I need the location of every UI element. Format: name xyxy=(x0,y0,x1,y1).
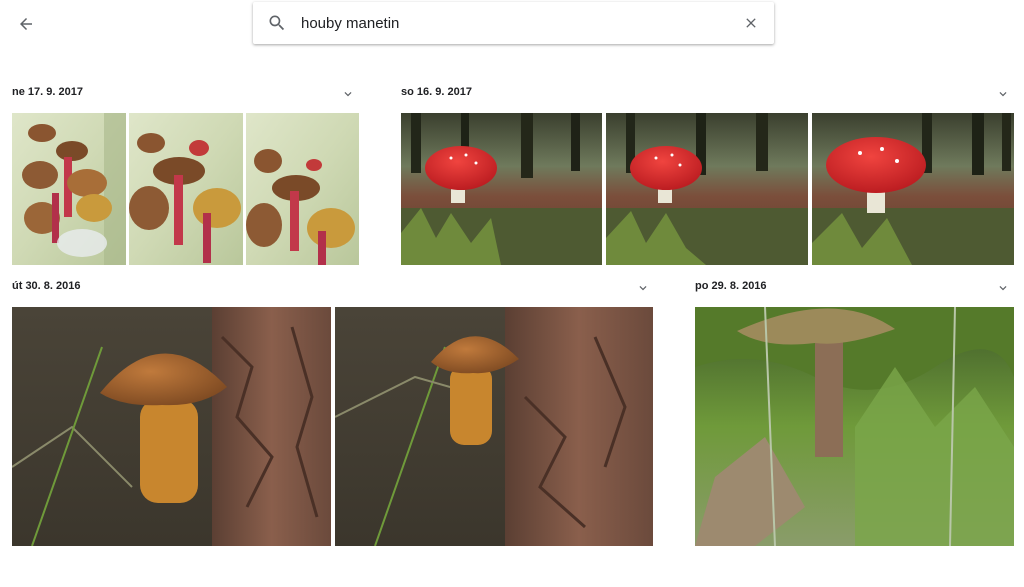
photo-thumbnail[interactable] xyxy=(606,113,808,265)
photo-thumbnail[interactable] xyxy=(12,307,331,546)
search-icon xyxy=(269,15,285,31)
chevron-down-icon[interactable] xyxy=(996,281,1010,295)
mushroom-photo xyxy=(695,307,1014,546)
mushroom-photo xyxy=(12,113,126,265)
mushroom-photo xyxy=(606,113,808,265)
photo-thumbnail[interactable] xyxy=(695,307,1014,546)
chevron-down-icon[interactable] xyxy=(636,281,650,295)
photo-thumbnail[interactable] xyxy=(129,113,243,265)
close-icon xyxy=(746,18,756,28)
chevron-down-icon[interactable] xyxy=(341,87,355,101)
group-date-label: so 16. 9. 2017 xyxy=(401,86,472,98)
back-button[interactable] xyxy=(12,10,40,38)
mushroom-photo xyxy=(246,113,359,265)
photo-thumbnail[interactable] xyxy=(246,113,359,265)
photo-thumbnail[interactable] xyxy=(12,113,126,265)
chevron-down-icon[interactable] xyxy=(996,87,1010,101)
photo-thumbnail[interactable] xyxy=(401,113,602,265)
group-date-label: ne 17. 9. 2017 xyxy=(12,86,83,98)
mushroom-photo xyxy=(12,307,331,546)
mushroom-photo xyxy=(129,113,243,265)
group-date-label: út 30. 8. 2016 xyxy=(12,280,81,292)
photo-thumbnail[interactable] xyxy=(812,113,1014,265)
search-input[interactable] xyxy=(301,10,721,36)
mushroom-photo xyxy=(401,113,602,265)
search-bar xyxy=(253,2,774,44)
mushroom-photo xyxy=(812,113,1014,265)
photo-thumbnail[interactable] xyxy=(335,307,653,546)
arrow-back-icon xyxy=(20,18,32,30)
group-date-label: po 29. 8. 2016 xyxy=(695,280,767,292)
mushroom-photo xyxy=(335,307,653,546)
clear-search-button[interactable] xyxy=(740,12,762,34)
